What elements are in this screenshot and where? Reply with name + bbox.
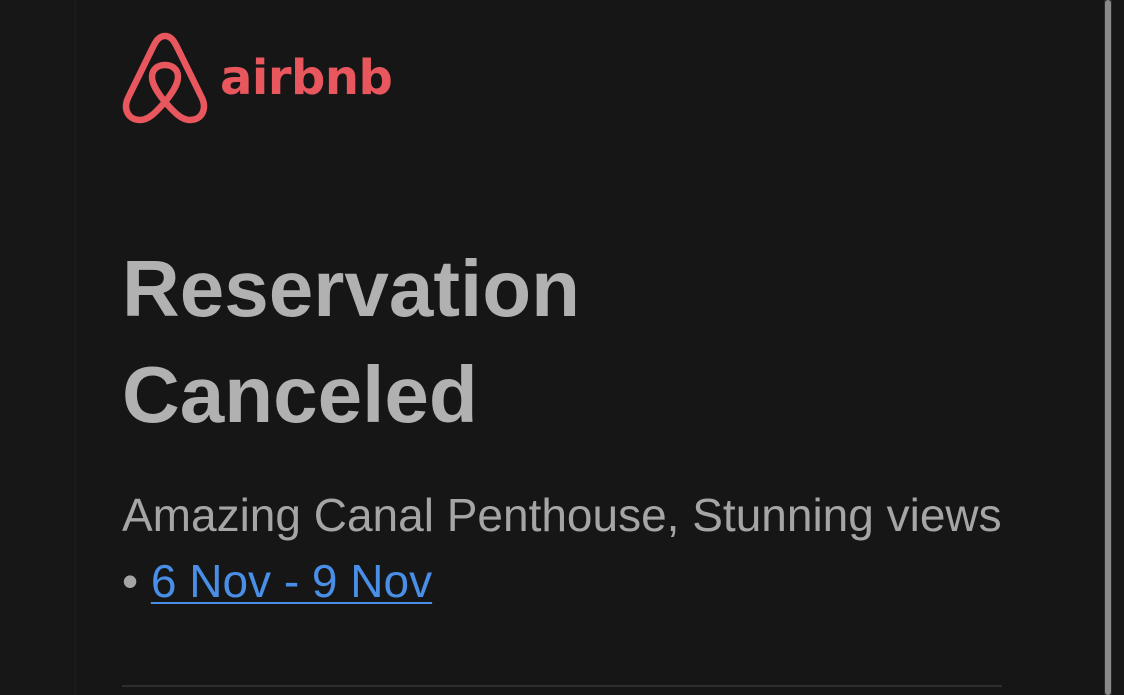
separator-dot: •	[122, 555, 139, 607]
brand-wordmark: airbnb	[220, 50, 393, 106]
title-line-2: Canceled	[122, 350, 478, 439]
reservation-dates-link[interactable]: 6 Nov - 9 Nov	[151, 555, 432, 607]
listing-name: Amazing Canal Penthouse, Stunning views	[122, 489, 1002, 541]
airbnb-logo[interactable]: airbnb	[122, 32, 393, 124]
scrollbar[interactable]	[1104, 0, 1112, 695]
email-viewer: airbnb Reservation Canceled Amazing Canal…	[0, 0, 1124, 695]
page-title: Reservation Canceled	[122, 236, 1022, 448]
divider	[122, 685, 1002, 687]
airbnb-belo-icon	[122, 32, 208, 124]
title-line-1: Reservation	[122, 244, 580, 333]
reservation-summary: Amazing Canal Penthouse, Stunning views …	[122, 482, 1022, 614]
scrollbar-thumb[interactable]	[1105, 0, 1111, 695]
